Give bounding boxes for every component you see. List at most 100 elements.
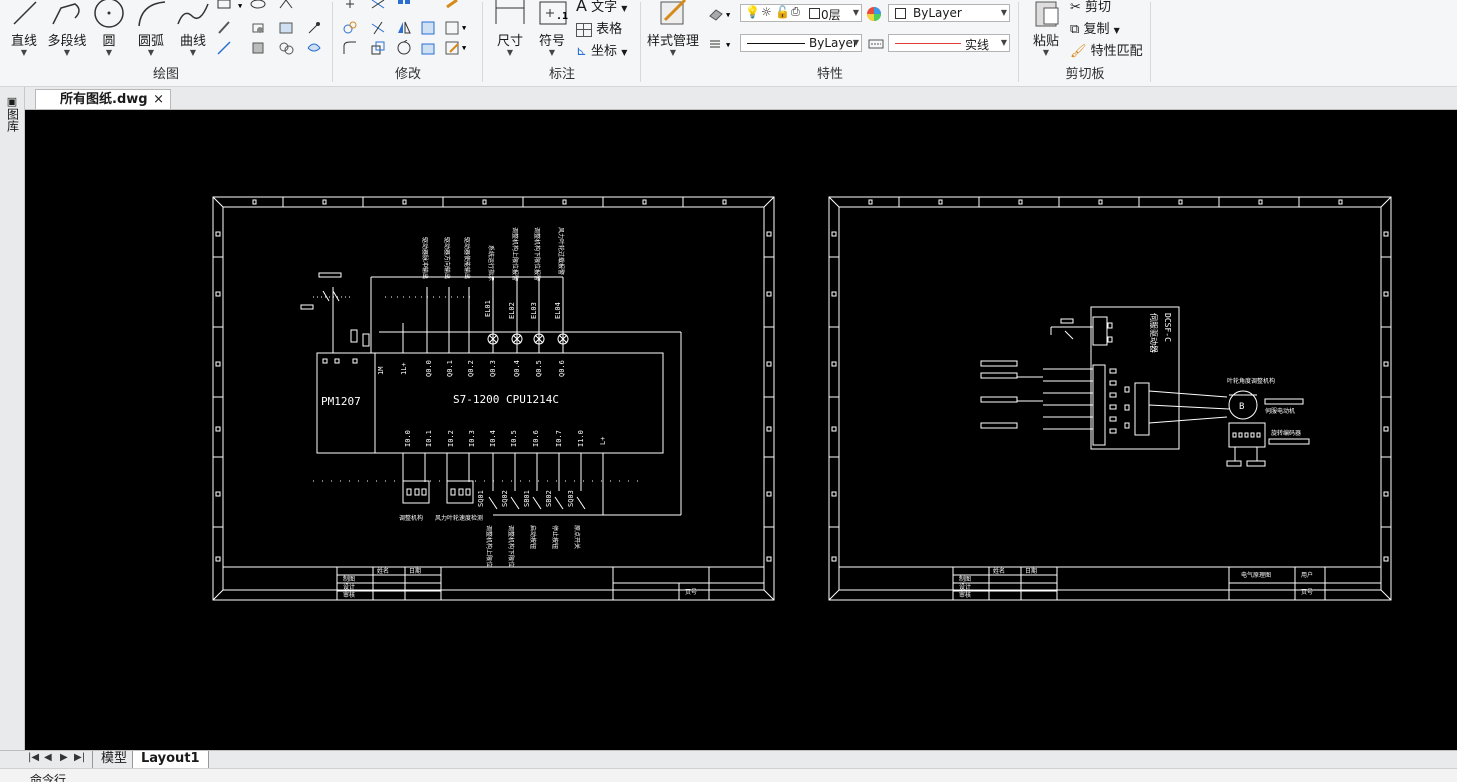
lamp-el04-label: EL04 xyxy=(554,302,562,319)
color-select[interactable]: ByLayer ▼ xyxy=(888,4,1010,22)
sensor-label-mechanism: 调整机构 xyxy=(399,514,423,522)
wipeout-icon[interactable] xyxy=(306,40,322,56)
ellipse-icon[interactable] xyxy=(250,0,266,16)
fillet-icon[interactable] xyxy=(342,40,358,56)
out-label-enable: 驱动器使能输出 xyxy=(463,237,471,279)
dimension-button[interactable]: 尺寸 ▼ xyxy=(490,0,530,57)
lineweight-list-icon[interactable]: ▼ xyxy=(708,36,736,52)
switch-sb01-label: SB01 xyxy=(523,490,531,507)
rotate-icon[interactable] xyxy=(396,40,412,56)
terminal-i06: I0.6 xyxy=(532,430,540,447)
lineweight-select[interactable]: 实线 ▼ xyxy=(888,34,1010,52)
motor-mechanism-label: 叶轮角度调整机构 xyxy=(1227,377,1275,385)
terminal-q02: Q0.2 xyxy=(467,360,475,377)
triangle-icon[interactable] xyxy=(278,0,294,16)
scale-icon[interactable] xyxy=(370,40,386,56)
tb1-page-label: 页号 xyxy=(685,589,697,596)
prev-layout-icon[interactable]: ◀ xyxy=(44,752,52,763)
polyline-button[interactable]: 多段线 ▼ xyxy=(46,0,88,57)
copy-object-icon[interactable] xyxy=(342,20,358,36)
drawing-canvas[interactable]: PM1207 S7-1200 CPU1214C 1M 1L+ Q0.0 Q0.1… xyxy=(25,110,1457,750)
encoder-label: 旋转编码器 xyxy=(1271,429,1301,437)
arc-button[interactable]: 圆弧 ▼ xyxy=(132,0,170,57)
trim-icon[interactable] xyxy=(370,0,386,16)
cut-button[interactable]: ✂ 剪切 xyxy=(1070,0,1111,15)
annotate-group: 尺寸 ▼ .1 符号 ▼ A 文字 ▼ 表格 ⊾ 坐标 ▼ 标注 xyxy=(484,0,640,86)
linetype-preview-icon xyxy=(747,43,805,44)
stretch-icon[interactable]: ▼ xyxy=(444,20,470,36)
svg-text:▼: ▼ xyxy=(462,44,467,52)
color-swatch-icon xyxy=(895,8,906,19)
document-tab[interactable]: 所有图纸.dwg × xyxy=(35,89,171,109)
line-button[interactable]: 直线 ▼ xyxy=(4,0,44,57)
svg-text:▼: ▼ xyxy=(462,24,467,32)
terminal-i01: I0.1 xyxy=(425,430,433,447)
pen-icon[interactable] xyxy=(216,20,232,36)
cloud-icon[interactable] xyxy=(278,40,294,56)
terminal-q01: Q0.1 xyxy=(446,360,454,377)
last-layout-icon[interactable]: ▶| xyxy=(74,752,85,763)
clipboard-group-title: 剪切板 xyxy=(1065,67,1105,82)
circle-icon xyxy=(94,0,124,28)
copy-icon: ⧉ xyxy=(1070,22,1080,37)
lamp-el03-label: EL03 xyxy=(530,302,538,319)
close-icon[interactable]: × xyxy=(153,90,164,109)
terminal-i03: I0.3 xyxy=(468,430,476,447)
tab-model[interactable]: 模型 xyxy=(92,751,135,768)
mirror-icon[interactable] xyxy=(396,20,412,36)
svg-text:▼: ▼ xyxy=(238,2,243,10)
line-icon xyxy=(13,1,37,25)
next-layout-icon[interactable]: ▶ xyxy=(60,752,68,763)
terminal-1l: 1L+ xyxy=(400,362,408,375)
lamp-labels: EL01 EL02 EL03 EL04 xyxy=(484,300,562,319)
tb2-date-label: 日期 xyxy=(1025,567,1037,575)
symbol-button[interactable]: .1 符号 ▼ xyxy=(532,0,572,57)
edit-icon[interactable]: ▼ xyxy=(444,40,470,56)
in-label-lower-limit: 调整机构下限位 xyxy=(507,525,515,567)
linetype-select[interactable]: ByLayer ▼ xyxy=(740,34,862,52)
curve-button[interactable]: 曲线 ▼ xyxy=(174,0,212,57)
svg-text:▼: ▼ xyxy=(726,41,731,49)
terminal-q03: Q0.3 xyxy=(489,360,497,377)
out-label-upper-alarm: 调整机构上限位报警 xyxy=(511,227,519,281)
ribbon-separator xyxy=(1150,2,1151,82)
offset-icon[interactable] xyxy=(420,20,436,36)
move-icon[interactable] xyxy=(342,0,358,16)
input-labels: 调整机构上限位 调整机构下限位 启动按钮 停止按钮 原点开关 xyxy=(485,525,581,567)
text-button[interactable]: A 文字 ▼ xyxy=(576,0,627,15)
match-properties-button[interactable]: 🖌 特性匹配 xyxy=(1070,40,1143,59)
construction-line-icon[interactable] xyxy=(216,40,232,56)
region-icon[interactable] xyxy=(250,20,266,36)
paste-button[interactable]: 粘贴 ▼ xyxy=(1026,0,1066,57)
encoder-block xyxy=(1226,422,1266,467)
color-wheel-icon[interactable] xyxy=(866,6,882,22)
erase-icon[interactable] xyxy=(444,0,460,16)
library-panel-toggle[interactable]: ▣ 图库 xyxy=(5,95,20,135)
style-manager-button[interactable]: 样式管理 ▼ xyxy=(644,0,702,57)
array-icon[interactable] xyxy=(396,0,412,16)
explode-icon[interactable] xyxy=(420,40,436,56)
coordinate-button[interactable]: ⊾ 坐标 ▼ xyxy=(576,40,627,59)
layer-manager-icon[interactable]: ▼ xyxy=(708,6,736,22)
first-layout-icon[interactable]: |◀ xyxy=(28,752,39,763)
point-icon[interactable] xyxy=(306,20,322,36)
annotate-group-title: 标注 xyxy=(548,67,575,82)
ribbon-separator xyxy=(640,2,641,82)
extend-icon[interactable] xyxy=(370,20,386,36)
line-pattern-icon[interactable] xyxy=(868,36,884,52)
layer-select[interactable]: 💡 ☼ 🔓 ⎙ 0层 ▼ xyxy=(740,4,862,22)
terminal-lplus: L+ xyxy=(599,437,607,445)
out-label-run: 系统运行指示 xyxy=(487,245,495,281)
block-icon[interactable] xyxy=(250,40,266,56)
hatch-icon[interactable] xyxy=(278,20,294,36)
copy-button[interactable]: ⧉ 复制 ▼ xyxy=(1070,18,1120,37)
rectangle-icon[interactable]: ▼ xyxy=(216,0,246,16)
tab-layout1[interactable]: Layout1 xyxy=(132,751,209,769)
chevron-down-icon: ▼ xyxy=(852,8,859,17)
sheet-2-title-block: 姓名 日期 制图 设计 审核 电气原理图 用户 页号 xyxy=(839,566,1381,601)
command-line[interactable]: 命令行 xyxy=(0,768,1457,782)
tb2-user-label: 用户 xyxy=(1301,571,1313,579)
table-button[interactable]: 表格 xyxy=(576,18,622,37)
circle-button[interactable]: 圆 ▼ xyxy=(92,0,126,57)
command-line-label: 命令行 xyxy=(30,773,67,782)
